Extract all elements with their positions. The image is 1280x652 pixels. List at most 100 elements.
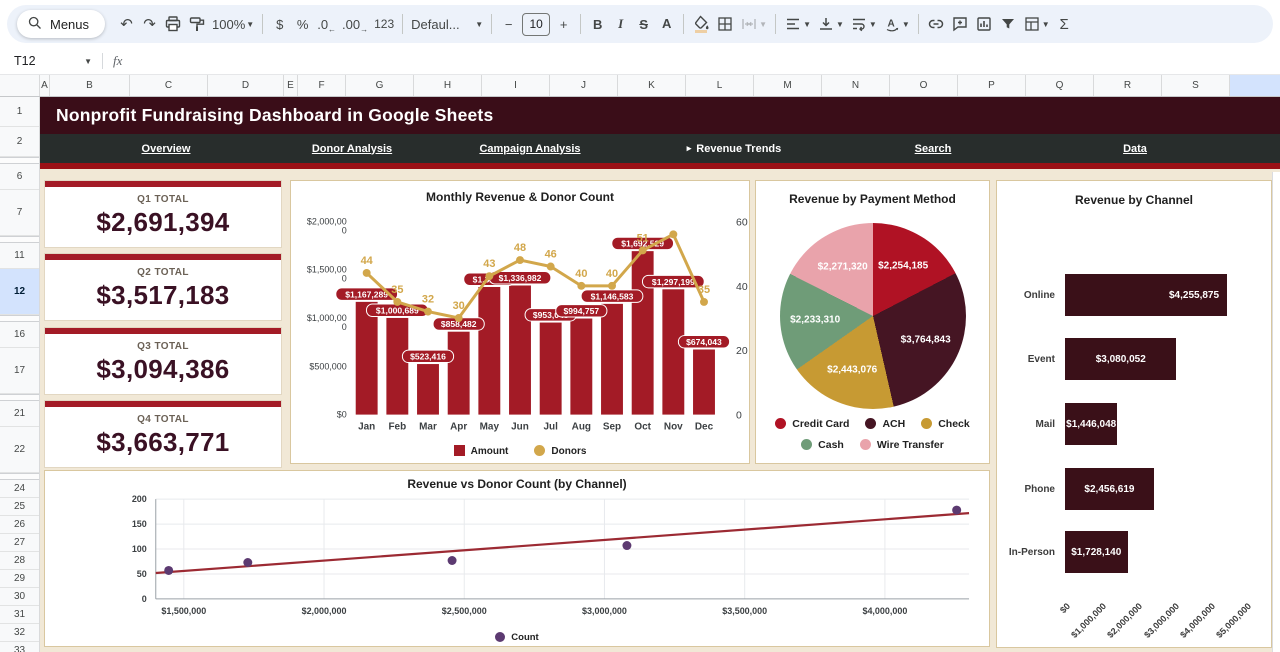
zoom-select[interactable]: 100%▼ [209,11,257,37]
insert-comment-button[interactable] [948,11,972,37]
paint-format-button[interactable] [185,11,209,37]
nav-overview[interactable]: Overview [142,134,191,163]
row-header-28[interactable]: 28 [0,552,39,570]
row-header-1[interactable]: 1 [0,97,39,127]
column-header-C[interactable]: C [130,75,208,96]
decrease-font-size-button[interactable]: − [497,11,520,37]
column-header-S[interactable]: S [1162,75,1230,96]
bar-Apr [448,332,470,415]
column-header-Q[interactable]: Q [1026,75,1094,96]
fill-color-button[interactable] [689,11,713,37]
redo-button[interactable]: ↷ [138,11,161,37]
row-header-12[interactable]: 12 [0,269,39,315]
row-header-33[interactable]: 33 [0,642,39,652]
column-header-L[interactable]: L [686,75,754,96]
row-header-25[interactable]: 25 [0,498,39,516]
column-header-D[interactable]: D [208,75,284,96]
cell-name-box[interactable]: T12 ▼ [14,54,92,68]
insert-link-button[interactable] [924,11,948,37]
chart-revenue-vs-donor-count[interactable]: Revenue vs Donor Count (by Channel) Coun… [44,470,990,647]
hidden-rows-indicator[interactable] [0,315,39,322]
increase-decimal-button[interactable]: .00→ [339,11,371,37]
row-header-27[interactable]: 27 [0,534,39,552]
column-header-B[interactable]: B [50,75,130,96]
borders-button[interactable] [713,11,737,37]
undo-button[interactable]: ↶ [115,11,138,37]
row-header-6[interactable]: 6 [0,164,39,190]
table-views-button[interactable]: ▼ [1020,11,1053,37]
row-header-32[interactable]: 32 [0,624,39,642]
vertical-scrollbar[interactable] [1272,172,1280,652]
column-header-R[interactable]: R [1094,75,1162,96]
row-header-7[interactable]: 7 [0,190,39,236]
chart-monthly-revenue-donor-count[interactable]: Monthly Revenue & Donor Count Amount Don… [290,180,750,464]
more-formats-button[interactable]: 123 [371,11,397,37]
hidden-rows-indicator[interactable] [0,236,39,243]
font-size-input[interactable]: 10 [522,13,550,36]
row-header-21[interactable]: 21 [0,401,39,427]
bar-Mar [417,364,439,415]
hidden-rows-indicator[interactable] [0,157,39,164]
insert-chart-button[interactable] [972,11,996,37]
column-header-P[interactable]: P [958,75,1026,96]
row-header-24[interactable]: 24 [0,480,39,498]
row-header-2[interactable]: 2 [0,127,39,157]
nav-donor-analysis[interactable]: Donor Analysis [312,134,392,163]
format-currency-button[interactable]: $ [268,11,291,37]
select-all-corner[interactable] [0,75,40,96]
hidden-rows-indicator[interactable] [0,394,39,401]
active-tab-marker: ▸ [687,143,692,154]
row-header-26[interactable]: 26 [0,516,39,534]
row-header-11[interactable]: 11 [0,243,39,269]
row-header-31[interactable]: 31 [0,606,39,624]
format-percent-button[interactable]: % [291,11,314,37]
row-header-29[interactable]: 29 [0,570,39,588]
nav-revenue-trends[interactable]: ▸Revenue Trends [687,134,782,163]
chart-revenue-by-channel[interactable]: Revenue by Channel Online$4,255,875Event… [996,180,1272,648]
row-header-16[interactable]: 16 [0,322,39,348]
legend-swatch [921,418,932,429]
column-header-J[interactable]: J [550,75,618,96]
print-button[interactable] [161,11,185,37]
arrow-left-icon: ← [328,25,336,34]
vertical-align-button[interactable]: ▼ [814,11,847,37]
column-header-H[interactable]: H [414,75,482,96]
column-header-A[interactable]: A [40,75,50,96]
column-header-F[interactable]: F [298,75,346,96]
font-select[interactable]: Defaul...▼ [408,11,486,37]
menus-button[interactable]: Menus [17,10,105,38]
column-header-T[interactable] [1230,75,1280,96]
horizontal-align-button[interactable]: ▼ [781,11,814,37]
column-header-O[interactable]: O [890,75,958,96]
merge-cells-button[interactable]: ▼ [737,11,770,37]
chart-revenue-by-payment-method[interactable]: Revenue by Payment Method Credit CardACH… [755,180,990,464]
row-header-17[interactable]: 17 [0,348,39,394]
column-header-I[interactable]: I [482,75,550,96]
legend-item-amount: Amount [454,445,509,457]
functions-button[interactable]: Σ [1053,11,1076,37]
cell-reference: T12 [14,54,36,68]
donors-label: 35 [391,284,403,296]
nav-data[interactable]: Data [1123,134,1147,163]
decrease-decimal-button[interactable]: .0← [314,11,339,37]
strikethrough-button[interactable]: S [632,11,655,37]
bold-button[interactable]: B [586,11,609,37]
x-axis-label: May [480,422,500,433]
column-header-G[interactable]: G [346,75,414,96]
text-color-button[interactable]: A [655,11,678,37]
italic-button[interactable]: I [609,11,632,37]
column-header-N[interactable]: N [822,75,890,96]
column-header-K[interactable]: K [618,75,686,96]
row-headers: 126711121617212224252627282930313233 [0,97,40,652]
column-header-M[interactable]: M [754,75,822,96]
hidden-rows-indicator[interactable] [0,473,39,480]
nav-campaign-analysis[interactable]: Campaign Analysis [479,134,580,163]
text-rotation-button[interactable]: A▼ [880,11,913,37]
filter-button[interactable] [996,11,1020,37]
column-header-E[interactable]: E [284,75,298,96]
row-header-22[interactable]: 22 [0,427,39,473]
row-header-30[interactable]: 30 [0,588,39,606]
text-wrap-button[interactable]: ▼ [847,11,880,37]
increase-font-size-button[interactable]: + [552,11,575,37]
nav-search[interactable]: Search [915,134,952,163]
